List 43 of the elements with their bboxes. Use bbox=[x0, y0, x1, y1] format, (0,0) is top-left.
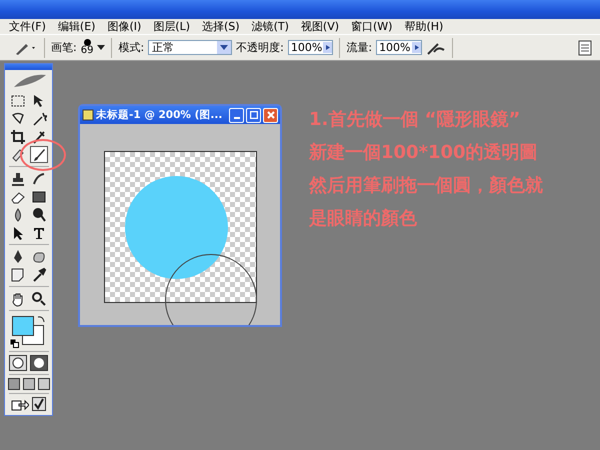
quick-mask-icon[interactable] bbox=[30, 355, 48, 371]
screen-mode-icon[interactable] bbox=[38, 378, 50, 390]
minimize-button[interactable] bbox=[229, 108, 244, 122]
menu-item[interactable]: 文件(F) bbox=[3, 19, 52, 34]
mode-dropdown[interactable]: 正常 bbox=[148, 40, 232, 55]
menu-item[interactable]: 图像(I) bbox=[101, 19, 148, 34]
menu-item[interactable]: 编辑(E) bbox=[52, 19, 102, 34]
standard-mode-icon[interactable] bbox=[9, 355, 27, 371]
opacity-field[interactable]: 100% bbox=[288, 40, 334, 55]
caret-icon[interactable] bbox=[97, 44, 106, 50]
screen-mode-icon[interactable] bbox=[8, 378, 20, 390]
menu-item[interactable]: 选择(S) bbox=[196, 19, 246, 34]
close-button[interactable] bbox=[263, 108, 278, 122]
document-title: 未标题-1 @ 200% (图... bbox=[96, 108, 224, 122]
maximize-button[interactable] bbox=[246, 108, 261, 122]
menu-item[interactable]: 帮助(H) bbox=[398, 19, 450, 34]
annotation-text: 是眼睛的顏色 bbox=[309, 207, 418, 231]
annotation-text: 1.首先做一個 “隱形眼鏡” bbox=[309, 108, 522, 132]
swap-colors-icon[interactable] bbox=[36, 314, 46, 323]
highlight-ring bbox=[20, 139, 66, 171]
mode-label: 模式: bbox=[118, 40, 144, 55]
flow-label: 流量: bbox=[346, 40, 372, 55]
menu-item[interactable]: 图层(L) bbox=[147, 19, 196, 34]
slider-arrow-icon[interactable] bbox=[323, 42, 332, 53]
annotation-text: 新建一個100*100的透明圖 bbox=[309, 141, 539, 165]
flow-field[interactable]: 100% bbox=[376, 40, 422, 55]
default-colors-icon[interactable] bbox=[10, 339, 18, 348]
brush-picker[interactable]: 69 bbox=[80, 39, 94, 56]
opacity-label: 不透明度: bbox=[236, 40, 284, 55]
brush-label: 画笔: bbox=[51, 40, 77, 55]
color-swatches[interactable] bbox=[12, 316, 46, 346]
jump-to-icon[interactable] bbox=[11, 397, 29, 411]
menu-item[interactable]: 滤镜(T) bbox=[246, 19, 295, 34]
document-icon bbox=[82, 109, 94, 121]
menu-item[interactable]: 视图(V) bbox=[294, 19, 346, 34]
checkmark-icon[interactable] bbox=[32, 397, 46, 411]
slider-arrow-icon[interactable] bbox=[412, 42, 421, 53]
palette-well-icon[interactable] bbox=[578, 40, 592, 56]
annotation-text: 然后用筆刷拖一個圓，顏色就 bbox=[309, 174, 543, 198]
menu-item[interactable]: 窗口(W) bbox=[345, 19, 398, 34]
maximize-icon[interactable] bbox=[250, 111, 258, 119]
close-icon[interactable] bbox=[266, 111, 274, 119]
screen-mode-icon[interactable] bbox=[22, 378, 34, 390]
